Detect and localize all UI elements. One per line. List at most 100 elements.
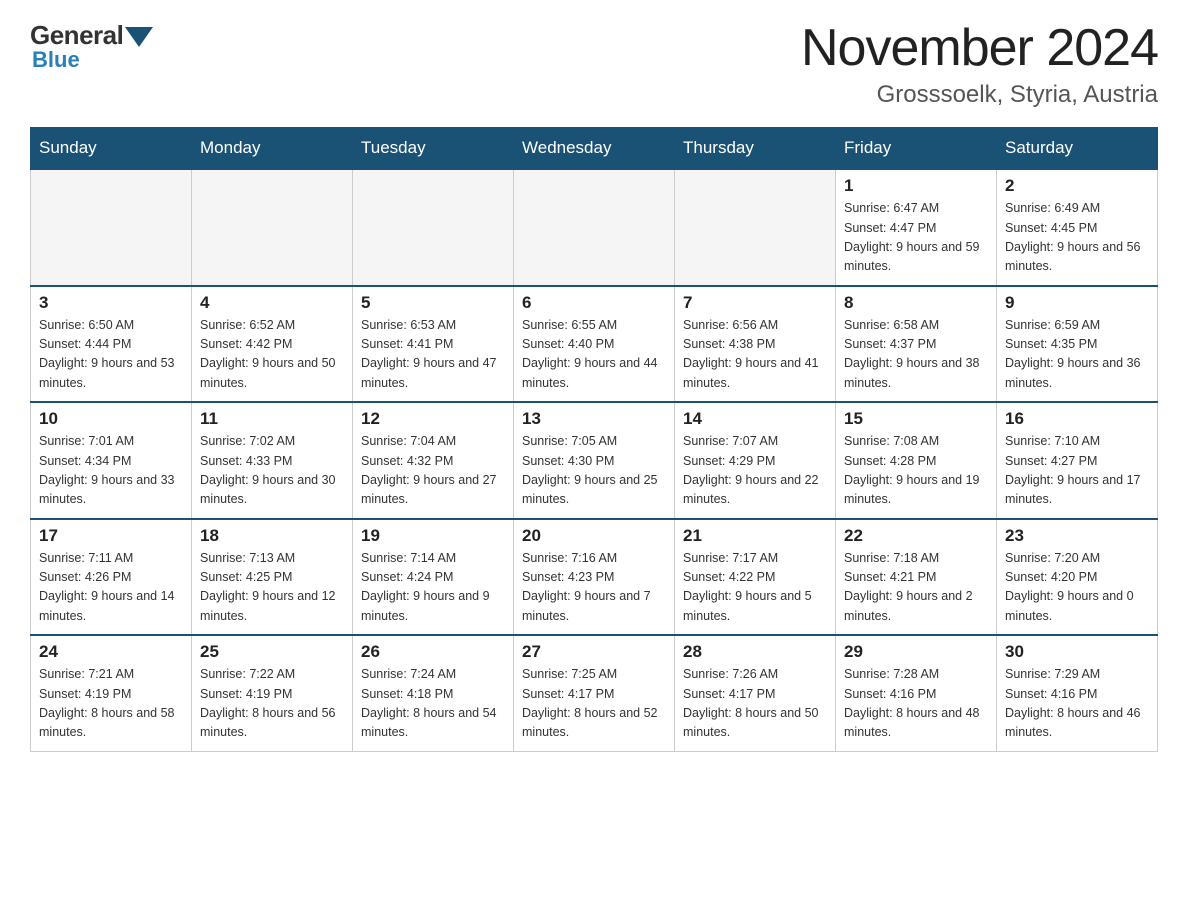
day-number: 15 [844,409,988,429]
day-number: 21 [683,526,827,546]
day-number: 5 [361,293,505,313]
calendar-week-row: 17 Sunrise: 7:11 AMSunset: 4:26 PMDaylig… [31,519,1158,636]
day-number: 12 [361,409,505,429]
day-info: Sunrise: 7:28 AMSunset: 4:16 PMDaylight:… [844,667,980,739]
table-row: 30 Sunrise: 7:29 AMSunset: 4:16 PMDaylig… [997,635,1158,751]
table-row: 17 Sunrise: 7:11 AMSunset: 4:26 PMDaylig… [31,519,192,636]
header-monday: Monday [192,128,353,170]
day-info: Sunrise: 7:08 AMSunset: 4:28 PMDaylight:… [844,434,980,506]
page-title: November 2024 [801,20,1158,77]
table-row: 3 Sunrise: 6:50 AMSunset: 4:44 PMDayligh… [31,286,192,403]
header-wednesday: Wednesday [514,128,675,170]
day-number: 10 [39,409,183,429]
day-number: 8 [844,293,988,313]
day-number: 23 [1005,526,1149,546]
table-row: 5 Sunrise: 6:53 AMSunset: 4:41 PMDayligh… [353,286,514,403]
table-row: 18 Sunrise: 7:13 AMSunset: 4:25 PMDaylig… [192,519,353,636]
table-row [353,169,514,286]
day-info: Sunrise: 7:13 AMSunset: 4:25 PMDaylight:… [200,551,336,623]
day-info: Sunrise: 6:56 AMSunset: 4:38 PMDaylight:… [683,318,819,390]
table-row: 27 Sunrise: 7:25 AMSunset: 4:17 PMDaylig… [514,635,675,751]
calendar: Sunday Monday Tuesday Wednesday Thursday… [30,127,1158,752]
day-info: Sunrise: 6:49 AMSunset: 4:45 PMDaylight:… [1005,201,1141,273]
table-row: 19 Sunrise: 7:14 AMSunset: 4:24 PMDaylig… [353,519,514,636]
day-info: Sunrise: 6:47 AMSunset: 4:47 PMDaylight:… [844,201,980,273]
day-number: 29 [844,642,988,662]
title-block: November 2024 Grosssoelk, Styria, Austri… [801,20,1158,109]
calendar-week-row: 10 Sunrise: 7:01 AMSunset: 4:34 PMDaylig… [31,402,1158,519]
table-row: 6 Sunrise: 6:55 AMSunset: 4:40 PMDayligh… [514,286,675,403]
header-friday: Friday [836,128,997,170]
day-number: 19 [361,526,505,546]
table-row: 26 Sunrise: 7:24 AMSunset: 4:18 PMDaylig… [353,635,514,751]
day-number: 4 [200,293,344,313]
header-thursday: Thursday [675,128,836,170]
day-number: 17 [39,526,183,546]
day-info: Sunrise: 7:02 AMSunset: 4:33 PMDaylight:… [200,434,336,506]
table-row [31,169,192,286]
calendar-week-row: 24 Sunrise: 7:21 AMSunset: 4:19 PMDaylig… [31,635,1158,751]
day-info: Sunrise: 7:07 AMSunset: 4:29 PMDaylight:… [683,434,819,506]
table-row: 13 Sunrise: 7:05 AMSunset: 4:30 PMDaylig… [514,402,675,519]
table-row [514,169,675,286]
day-info: Sunrise: 7:04 AMSunset: 4:32 PMDaylight:… [361,434,497,506]
calendar-week-row: 1 Sunrise: 6:47 AMSunset: 4:47 PMDayligh… [31,169,1158,286]
table-row: 16 Sunrise: 7:10 AMSunset: 4:27 PMDaylig… [997,402,1158,519]
table-row: 29 Sunrise: 7:28 AMSunset: 4:16 PMDaylig… [836,635,997,751]
day-number: 30 [1005,642,1149,662]
day-info: Sunrise: 7:16 AMSunset: 4:23 PMDaylight:… [522,551,651,623]
table-row: 12 Sunrise: 7:04 AMSunset: 4:32 PMDaylig… [353,402,514,519]
calendar-header-row: Sunday Monday Tuesday Wednesday Thursday… [31,128,1158,170]
day-info: Sunrise: 7:11 AMSunset: 4:26 PMDaylight:… [39,551,175,623]
day-number: 3 [39,293,183,313]
table-row: 20 Sunrise: 7:16 AMSunset: 4:23 PMDaylig… [514,519,675,636]
day-info: Sunrise: 7:10 AMSunset: 4:27 PMDaylight:… [1005,434,1141,506]
table-row: 22 Sunrise: 7:18 AMSunset: 4:21 PMDaylig… [836,519,997,636]
header-tuesday: Tuesday [353,128,514,170]
logo: General Blue [30,20,153,73]
header: General Blue November 2024 Grosssoelk, S… [30,20,1158,109]
day-info: Sunrise: 7:18 AMSunset: 4:21 PMDaylight:… [844,551,973,623]
table-row: 2 Sunrise: 6:49 AMSunset: 4:45 PMDayligh… [997,169,1158,286]
day-number: 11 [200,409,344,429]
table-row [192,169,353,286]
table-row: 28 Sunrise: 7:26 AMSunset: 4:17 PMDaylig… [675,635,836,751]
day-number: 1 [844,176,988,196]
table-row: 4 Sunrise: 6:52 AMSunset: 4:42 PMDayligh… [192,286,353,403]
day-info: Sunrise: 6:50 AMSunset: 4:44 PMDaylight:… [39,318,175,390]
day-info: Sunrise: 7:14 AMSunset: 4:24 PMDaylight:… [361,551,490,623]
table-row: 11 Sunrise: 7:02 AMSunset: 4:33 PMDaylig… [192,402,353,519]
day-info: Sunrise: 6:55 AMSunset: 4:40 PMDaylight:… [522,318,658,390]
table-row [675,169,836,286]
logo-triangle-icon [125,27,153,47]
day-number: 20 [522,526,666,546]
table-row: 15 Sunrise: 7:08 AMSunset: 4:28 PMDaylig… [836,402,997,519]
table-row: 23 Sunrise: 7:20 AMSunset: 4:20 PMDaylig… [997,519,1158,636]
day-number: 9 [1005,293,1149,313]
day-info: Sunrise: 7:24 AMSunset: 4:18 PMDaylight:… [361,667,497,739]
day-info: Sunrise: 7:01 AMSunset: 4:34 PMDaylight:… [39,434,175,506]
day-info: Sunrise: 6:58 AMSunset: 4:37 PMDaylight:… [844,318,980,390]
day-number: 28 [683,642,827,662]
day-number: 18 [200,526,344,546]
day-number: 7 [683,293,827,313]
day-number: 14 [683,409,827,429]
day-number: 27 [522,642,666,662]
day-info: Sunrise: 7:05 AMSunset: 4:30 PMDaylight:… [522,434,658,506]
day-number: 22 [844,526,988,546]
page-subtitle: Grosssoelk, Styria, Austria [801,81,1158,109]
day-info: Sunrise: 7:25 AMSunset: 4:17 PMDaylight:… [522,667,658,739]
day-number: 2 [1005,176,1149,196]
day-number: 26 [361,642,505,662]
header-saturday: Saturday [997,128,1158,170]
day-info: Sunrise: 6:59 AMSunset: 4:35 PMDaylight:… [1005,318,1141,390]
logo-blue-text: Blue [32,47,80,73]
table-row: 24 Sunrise: 7:21 AMSunset: 4:19 PMDaylig… [31,635,192,751]
day-info: Sunrise: 6:52 AMSunset: 4:42 PMDaylight:… [200,318,336,390]
table-row: 10 Sunrise: 7:01 AMSunset: 4:34 PMDaylig… [31,402,192,519]
day-info: Sunrise: 7:21 AMSunset: 4:19 PMDaylight:… [39,667,175,739]
day-number: 25 [200,642,344,662]
calendar-week-row: 3 Sunrise: 6:50 AMSunset: 4:44 PMDayligh… [31,286,1158,403]
day-info: Sunrise: 7:17 AMSunset: 4:22 PMDaylight:… [683,551,812,623]
table-row: 7 Sunrise: 6:56 AMSunset: 4:38 PMDayligh… [675,286,836,403]
